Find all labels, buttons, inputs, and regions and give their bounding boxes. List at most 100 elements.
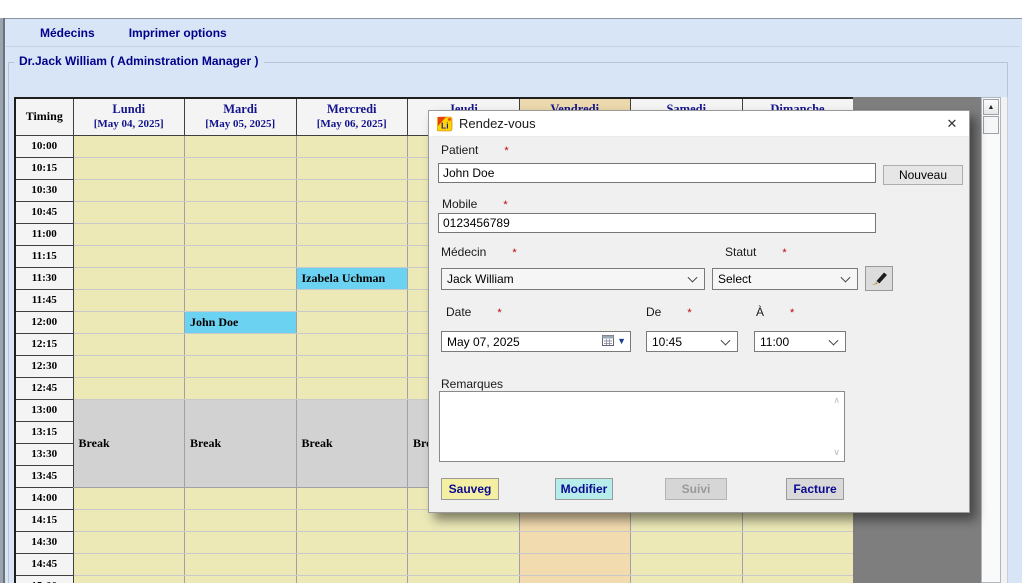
date-picker[interactable]: May 07, 2025 ▼ (441, 331, 631, 352)
slot-cell[interactable] (185, 245, 297, 267)
slot-cell[interactable] (73, 509, 185, 531)
day-date: [May 06, 2025] (297, 117, 408, 132)
slot-cell[interactable] (296, 333, 408, 355)
slot-cell[interactable] (185, 509, 297, 531)
sauveg-button[interactable]: Sauveg (441, 478, 499, 500)
slot-cell[interactable] (185, 135, 297, 157)
chevron-down-icon (829, 335, 839, 345)
slot-cell[interactable] (73, 333, 185, 355)
slot-cell[interactable] (296, 179, 408, 201)
slot-cell[interactable] (185, 201, 297, 223)
slot-cell[interactable] (631, 553, 743, 575)
scroll-down-icon: ∨ (833, 447, 840, 458)
slot-cell[interactable] (73, 179, 185, 201)
date-label: Date* (446, 305, 502, 319)
slot-cell[interactable] (73, 531, 185, 553)
scrollbar-thumb[interactable] (983, 116, 999, 134)
vertical-scrollbar[interactable]: ▲ (981, 97, 1001, 583)
slot-cell[interactable] (742, 575, 853, 583)
slot-cell[interactable] (296, 531, 408, 553)
slot-cell[interactable] (73, 223, 185, 245)
slot-cell[interactable] (296, 311, 408, 333)
slot-cell[interactable] (73, 201, 185, 223)
day-date: [May 04, 2025] (74, 117, 185, 132)
time-label: 14:30 (15, 531, 73, 553)
remarques-textarea[interactable]: ∧ ∨ (439, 391, 845, 462)
day-header-mercredi[interactable]: Mercredi[May 06, 2025] (296, 98, 408, 135)
appointment-cell[interactable]: Izabela Uchman (296, 267, 408, 289)
time-label: 14:15 (15, 509, 73, 531)
slot-cell[interactable] (185, 267, 297, 289)
nouveau-button[interactable]: Nouveau (883, 165, 963, 185)
slot-cell[interactable] (296, 509, 408, 531)
slot-cell[interactable] (185, 223, 297, 245)
slot-cell[interactable] (296, 245, 408, 267)
slot-cell[interactable] (519, 553, 631, 575)
slot-cell[interactable] (296, 487, 408, 509)
scroll-up-button[interactable]: ▲ (983, 99, 999, 115)
slot-cell[interactable] (73, 355, 185, 377)
slot-cell[interactable] (631, 575, 743, 583)
slot-cell[interactable] (296, 575, 408, 583)
slot-cell[interactable] (73, 245, 185, 267)
slot-cell[interactable] (296, 355, 408, 377)
slot-cell[interactable] (185, 575, 297, 583)
slot-cell[interactable] (73, 157, 185, 179)
slot-cell[interactable] (185, 553, 297, 575)
slot-cell[interactable] (296, 377, 408, 399)
medecin-label: Médecin* (441, 245, 517, 259)
slot-cell[interactable] (73, 267, 185, 289)
slot-cell[interactable] (408, 553, 520, 575)
slot-cell[interactable] (296, 289, 408, 311)
facture-button[interactable]: Facture (786, 478, 844, 500)
slot-cell[interactable] (296, 223, 408, 245)
chevron-down-icon (721, 335, 731, 345)
time-label: 10:30 (15, 179, 73, 201)
menu-item-imprimer-options[interactable]: Imprimer options (125, 24, 231, 42)
patient-input[interactable] (438, 163, 876, 183)
slot-cell[interactable] (408, 575, 520, 583)
day-header-mardi[interactable]: Mardi[May 05, 2025] (185, 98, 297, 135)
slot-cell[interactable] (742, 531, 853, 553)
day-header-lundi[interactable]: Lundi[May 04, 2025] (73, 98, 185, 135)
time-label: 10:00 (15, 135, 73, 157)
modifier-button[interactable]: Modifier (555, 478, 613, 500)
slot-cell[interactable] (185, 179, 297, 201)
rendez-vous-dialog: Li Rendez-vous ✕ Patient* Nouveau Mobile… (428, 110, 970, 513)
slot-cell[interactable] (185, 289, 297, 311)
slot-cell[interactable] (185, 487, 297, 509)
slot-cell[interactable] (296, 157, 408, 179)
a-time-select[interactable]: 11:00 (754, 331, 846, 352)
slot-cell[interactable] (296, 553, 408, 575)
slot-cell[interactable] (185, 355, 297, 377)
slot-cell[interactable] (185, 157, 297, 179)
slot-cell[interactable] (73, 575, 185, 583)
slot-cell[interactable] (408, 531, 520, 553)
mobile-input[interactable] (438, 213, 876, 233)
color-brush-button[interactable] (865, 266, 893, 291)
required-marker: * (512, 247, 516, 259)
slot-cell[interactable] (73, 553, 185, 575)
appointment-cell[interactable]: John Doe (185, 311, 297, 333)
slot-cell[interactable] (185, 377, 297, 399)
slot-cell[interactable] (631, 531, 743, 553)
slot-cell[interactable] (296, 201, 408, 223)
statut-select[interactable]: Select (712, 268, 858, 290)
time-label: 14:45 (15, 553, 73, 575)
slot-cell[interactable] (185, 531, 297, 553)
medecin-select[interactable]: Jack William (441, 268, 705, 290)
time-label: 11:45 (15, 289, 73, 311)
slot-cell[interactable] (73, 487, 185, 509)
slot-cell[interactable] (742, 553, 853, 575)
slot-cell[interactable] (73, 289, 185, 311)
menu-item-m-decins[interactable]: Médecins (36, 24, 99, 42)
slot-cell[interactable] (73, 311, 185, 333)
slot-cell[interactable] (519, 531, 631, 553)
slot-cell[interactable] (296, 135, 408, 157)
slot-cell[interactable] (73, 135, 185, 157)
slot-cell[interactable] (519, 575, 631, 583)
de-time-select[interactable]: 10:45 (646, 331, 738, 352)
slot-cell[interactable] (185, 333, 297, 355)
slot-cell[interactable] (73, 377, 185, 399)
close-icon[interactable]: ✕ (935, 111, 969, 137)
